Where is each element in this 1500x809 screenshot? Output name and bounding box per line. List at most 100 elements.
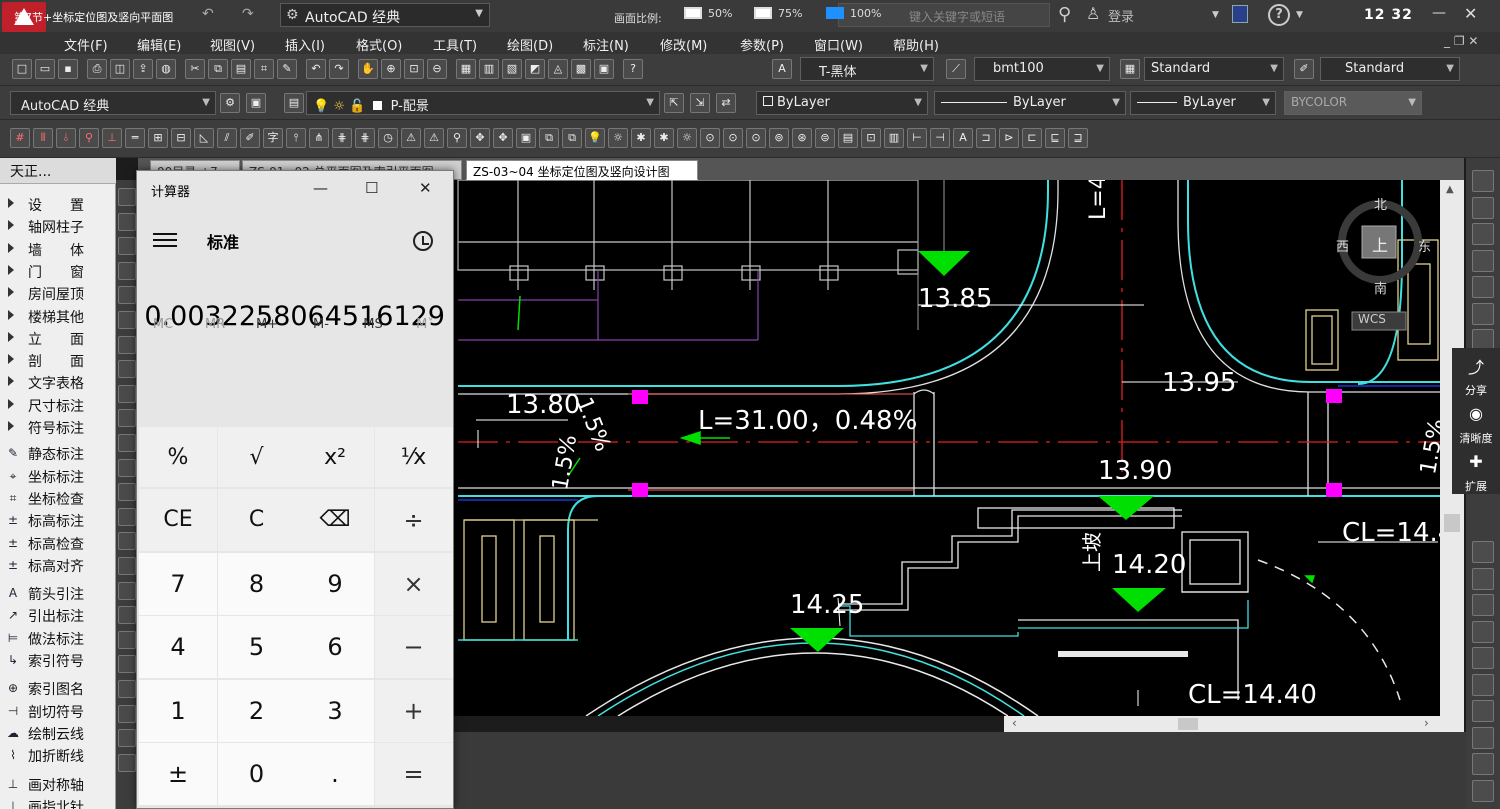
multileader-style-select[interactable]: Standard ▼ — [1320, 57, 1460, 81]
palette-command-c3[interactable]: ⌇ 加折断线 — [0, 745, 116, 767]
calc-key-clear-entry[interactable]: CE — [139, 489, 217, 551]
color-select[interactable]: ByLayer ▼ — [756, 91, 928, 115]
menu-view[interactable]: 视图(V) — [210, 35, 255, 54]
draw-tool-icon[interactable] — [118, 237, 136, 256]
draw-tool-icon[interactable] — [118, 704, 136, 723]
draw-tool-icon[interactable] — [118, 581, 136, 600]
toolbar-tool-icon[interactable]: ═ — [125, 128, 145, 148]
palette-command-b3[interactable]: ↳ 索引符号 — [0, 650, 116, 672]
lineweight-select[interactable]: ByLayer ▼ — [1130, 91, 1276, 115]
scroll-thumb[interactable] — [1444, 514, 1460, 532]
toolbar-tool-icon[interactable]: ⚠ — [424, 128, 444, 148]
toolbar-tool-icon[interactable]: ⫰ — [56, 128, 76, 148]
menu-parametric[interactable]: 参数(P) — [740, 35, 784, 54]
toolbar-tool-icon[interactable]: ☼ — [677, 128, 697, 148]
draw-tool-icon[interactable] — [118, 434, 136, 452]
modify-tool-icon[interactable] — [1472, 594, 1494, 616]
print-preview-icon[interactable]: ◫ — [110, 59, 130, 79]
toolbar-tool-icon[interactable]: ⚲ — [447, 128, 467, 148]
toolbar-tool-icon[interactable]: ⚲ — [79, 128, 99, 148]
make-current-layer-icon[interactable]: ⇱ — [664, 93, 684, 113]
calc-key-9[interactable]: 9 — [296, 552, 374, 615]
workspace-select[interactable]: AutoCAD 经典 ▼ — [10, 91, 216, 115]
calc-key-0[interactable]: 0 — [217, 743, 296, 805]
share-icon[interactable]: ⤴ — [1464, 354, 1488, 377]
palette-command-a1[interactable]: ⌖ 坐标标注 — [0, 466, 116, 488]
clarity-label[interactable]: 清晰度 — [1452, 430, 1500, 446]
properties-icon[interactable]: ▦ — [456, 59, 476, 79]
memory-store-button[interactable]: MS — [343, 317, 403, 332]
toolbar-tool-icon[interactable]: ⊚ — [769, 128, 789, 148]
palette-command-a0[interactable]: ✎ 静态标注 — [0, 443, 116, 465]
toolbar-tool-icon[interactable]: ⊙ — [723, 128, 743, 148]
menu-modify[interactable]: 修改(M) — [660, 35, 707, 54]
palette-command-d1[interactable]: ⊥ 画指北针 — [0, 796, 116, 809]
toolbar-tool-icon[interactable]: ⊑ — [1045, 128, 1065, 148]
chevron-down-icon[interactable]: ▼ — [1296, 10, 1303, 20]
redo-icon[interactable]: ↷ — [329, 59, 349, 79]
scale-option-50[interactable]: 50% — [684, 7, 732, 20]
new-file-icon[interactable]: □ — [12, 59, 32, 79]
draw-tool-icon[interactable] — [118, 680, 136, 698]
palette-command-b1[interactable]: ↗ 引出标注 — [0, 605, 116, 627]
save-icon[interactable]: ▪ — [58, 59, 78, 79]
redo-icon[interactable]: ↷ — [242, 6, 254, 22]
calc-key-5[interactable]: 5 — [217, 616, 296, 678]
toolbar-tool-icon[interactable]: ⊥ — [102, 128, 122, 148]
calc-maximize-icon[interactable]: ☐ — [365, 179, 378, 197]
draw-tool-icon[interactable] — [118, 630, 136, 649]
calc-close-icon[interactable]: ✕ — [419, 179, 432, 197]
toolbar-tool-icon[interactable]: ⊳ — [999, 128, 1019, 148]
share-label[interactable]: 分享 — [1452, 382, 1500, 398]
tool-palettes-icon[interactable]: ▧ — [502, 59, 522, 79]
calc-key-8[interactable]: 8 — [217, 552, 296, 615]
toolbar-tool-icon[interactable]: ✥ — [470, 128, 490, 148]
toolbar-tool-icon[interactable]: ⊛ — [792, 128, 812, 148]
menu-help[interactable]: 帮助(H) — [893, 35, 939, 54]
help-icon[interactable]: ? — [1268, 4, 1290, 26]
modify-tool-icon[interactable] — [1472, 726, 1494, 749]
modify-tool-icon[interactable] — [1472, 223, 1494, 245]
history-icon[interactable] — [413, 231, 433, 251]
layer-manager-icon[interactable]: ▤ — [284, 93, 304, 113]
table-style-select[interactable]: Standard ▼ — [1144, 57, 1284, 81]
palette-command-a3[interactable]: ± 标高标注 — [0, 510, 116, 532]
draw-tool-icon[interactable] — [118, 212, 136, 231]
toolbar-tool-icon[interactable]: ⋕ — [355, 128, 375, 148]
modify-tool-icon[interactable] — [1472, 276, 1494, 298]
workspace-save-icon[interactable]: ▣ — [246, 93, 266, 113]
calc-key-7[interactable]: 7 — [139, 552, 217, 615]
calc-key-square[interactable]: x² — [296, 427, 374, 487]
toolbar-tool-icon[interactable]: ▣ — [516, 128, 536, 148]
modify-tool-icon[interactable] — [1472, 249, 1494, 272]
toolbar-tool-icon[interactable]: ⊜ — [815, 128, 835, 148]
brush-icon[interactable]: ✎ — [277, 59, 297, 79]
3d-dwf-icon[interactable]: ◍ — [156, 59, 176, 79]
open-file-icon[interactable]: ▭ — [35, 59, 55, 79]
toolbar-tool-icon[interactable]: ⊙ — [700, 128, 720, 148]
menu-tools[interactable]: 工具(T) — [433, 35, 477, 54]
close-icon[interactable]: ✕ — [1464, 4, 1477, 23]
draw-tool-icon[interactable] — [118, 532, 136, 551]
toolbar-tool-icon[interactable]: ✥ — [493, 128, 513, 148]
eye-icon[interactable]: ◉ — [1464, 404, 1488, 424]
dim-style-icon[interactable]: ⟋ — [946, 59, 966, 79]
toolbar-tool-icon[interactable]: ☼ — [608, 128, 628, 148]
scroll-up-icon[interactable]: ▲ — [1446, 184, 1454, 195]
palette-group-6[interactable]: 立 面 — [0, 328, 116, 350]
toolbar-tool-icon[interactable]: ⊟ — [171, 128, 191, 148]
toolbar-tool-icon[interactable]: 💡 — [585, 128, 605, 148]
help-icon[interactable]: ? — [623, 59, 643, 79]
scale-option-75[interactable]: 75% — [754, 7, 802, 20]
toolbar-tool-icon[interactable]: ⊣ — [930, 128, 950, 148]
draw-tool-icon[interactable] — [118, 188, 136, 206]
menu-file[interactable]: 文件(F) — [64, 35, 108, 54]
layer-select[interactable]: 💡 ☼ 🔓 P-配景 ▼ — [306, 91, 660, 115]
palette-command-a4[interactable]: ± 标高检查 — [0, 533, 116, 555]
toolbar-tool-icon[interactable]: 字 — [263, 128, 283, 148]
tab-coordinate-plan[interactable]: ZS-03~04 坐标定位图及竖向设计图 — [466, 160, 698, 180]
zoom-window-icon[interactable]: ⊡ — [404, 59, 424, 79]
palette-command-d0[interactable]: ⊥ 画对称轴 — [0, 774, 116, 796]
text-style-select[interactable]: T-黑体 ▼ — [800, 57, 934, 81]
toolbar-tool-icon[interactable]: ⫴ — [33, 128, 53, 148]
